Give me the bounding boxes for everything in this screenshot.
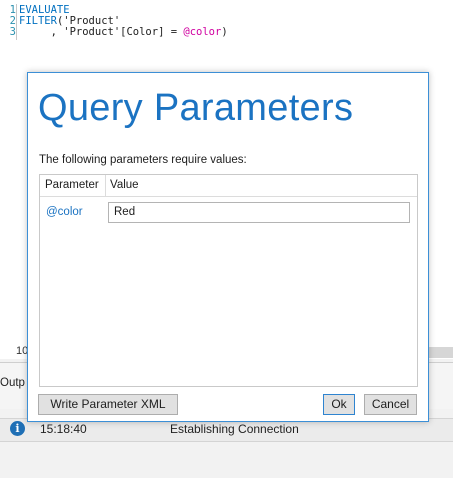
status-message: Establishing Connection (170, 422, 299, 436)
query-parameters-dialog: Query Parameters The following parameter… (27, 72, 429, 422)
column-separator[interactable] (105, 175, 106, 196)
output-tab[interactable]: Outp (0, 377, 25, 389)
code-line[interactable]: 3 , 'Product'[Color] = @color) (0, 27, 453, 38)
cancel-button[interactable]: Cancel (364, 394, 417, 415)
info-icon: i (10, 421, 25, 436)
dialog-title: Query Parameters (38, 87, 354, 129)
dax-parameter: @color (183, 26, 222, 38)
dax-text: , 'Product'[Color] = (19, 26, 184, 38)
dax-text: ) (221, 26, 228, 38)
parameter-name: @color (46, 206, 83, 218)
ok-button[interactable]: Ok (323, 394, 355, 415)
write-parameter-xml-button[interactable]: Write Parameter XML (38, 394, 178, 415)
column-header-value[interactable]: Value (110, 179, 139, 191)
line-number: 3 (9, 26, 16, 38)
grid-header: Parameter Value (40, 175, 417, 197)
status-time: 15:18:40 (40, 422, 87, 436)
parameters-grid: Parameter Value @color Red (39, 174, 418, 387)
parameter-value-input[interactable]: Red (108, 202, 410, 223)
column-header-parameter[interactable]: Parameter (45, 179, 99, 191)
code-text: , 'Product'[Color] = @color) (19, 27, 228, 38)
dialog-instruction: The following parameters require values: (39, 154, 247, 166)
